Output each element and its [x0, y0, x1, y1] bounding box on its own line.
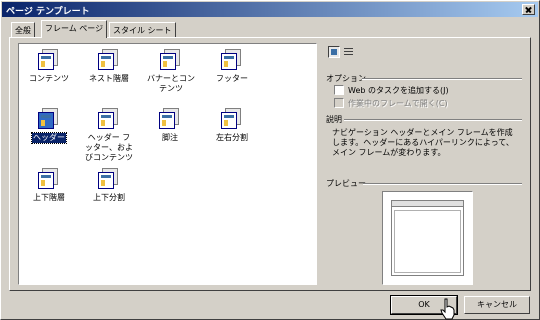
frame-template-icon — [221, 108, 243, 130]
template-label: フッター — [216, 74, 248, 83]
list-view-icon[interactable] — [343, 46, 355, 58]
description-heading: 説明 — [326, 115, 342, 124]
frame-template-icon — [160, 49, 182, 71]
template-item-header[interactable]: ヘッダー — [18, 108, 80, 144]
frame-template-icon — [98, 108, 120, 130]
frame-preview — [382, 191, 473, 285]
template-item-footer[interactable]: フッター — [201, 49, 263, 84]
description-line: メイン フレームが変わります。 — [332, 148, 446, 157]
close-button[interactable] — [522, 4, 535, 15]
preview-header-frame — [392, 201, 463, 207]
open-in-current-frame-checkbox[interactable] — [334, 98, 344, 108]
preview-frameset — [391, 200, 464, 276]
tab-style-sheets[interactable]: スタイル シート — [109, 22, 176, 37]
options-heading: オプション — [326, 74, 366, 83]
frame-template-icon — [98, 168, 120, 190]
template-label: 脚注 — [162, 133, 178, 142]
template-label: 上下階層 — [33, 193, 65, 202]
hand-cursor-icon — [440, 298, 455, 320]
tab-frame-pages[interactable]: フレーム ページ — [41, 20, 108, 38]
large-icons-view-icon[interactable] — [328, 46, 340, 58]
template-item-nested-hierarchy[interactable]: ネスト階層 — [78, 49, 140, 84]
frame-template-icon — [221, 49, 243, 71]
template-label: ヘッダー — [31, 132, 67, 144]
window-title: ページ テンプレート — [6, 7, 90, 17]
template-label: コンテンツ — [29, 74, 69, 83]
template-item-vertical-split[interactable]: 左右分割 — [201, 108, 263, 143]
template-label: 上下分割 — [93, 193, 125, 202]
frame-template-icon — [98, 49, 120, 71]
template-item-header-footer-contents[interactable]: ヘッダー フッター、およびコンテンツ — [78, 108, 140, 163]
template-item-contents[interactable]: コンテンツ — [18, 49, 80, 84]
tab-general[interactable]: 全般 — [11, 22, 35, 37]
preview-separator — [363, 183, 522, 185]
cancel-button[interactable]: キャンセル — [464, 296, 530, 314]
frame-template-icon — [38, 49, 60, 71]
options-separator — [362, 78, 522, 80]
template-item-banner-and-contents[interactable]: バナーとコンテンツ — [137, 49, 205, 94]
template-label: バナーとコンテンツ — [147, 74, 195, 93]
template-item-horizontal-split[interactable]: 上下分割 — [78, 168, 140, 203]
template-item-footnotes[interactable]: 脚注 — [139, 108, 201, 143]
template-item-top-down-hierarchy[interactable]: 上下階層 — [18, 168, 80, 203]
preview-main-frame — [394, 210, 461, 273]
frame-template-icon — [159, 108, 181, 130]
page-template-dialog: ページ テンプレート 全般 フレーム ページ スタイル シート コンテンツ ネス… — [0, 0, 540, 320]
template-label: 左右分割 — [216, 133, 248, 142]
template-label: ヘッダー フッター、およびコンテンツ — [85, 133, 133, 162]
template-label: ネスト階層 — [89, 74, 129, 83]
add-web-task-checkbox[interactable] — [334, 85, 344, 95]
preview-heading: プレビュー — [326, 179, 366, 188]
frame-template-icon — [38, 168, 60, 190]
add-web-task-label[interactable]: Web のタスクを追加する(J) — [348, 85, 449, 96]
title-bar[interactable]: ページ テンプレート — [2, 2, 538, 17]
open-in-current-frame-label: 作業中のフレームで開く(C) — [348, 99, 448, 108]
frame-template-icon — [38, 108, 60, 130]
description-separator — [344, 119, 522, 121]
